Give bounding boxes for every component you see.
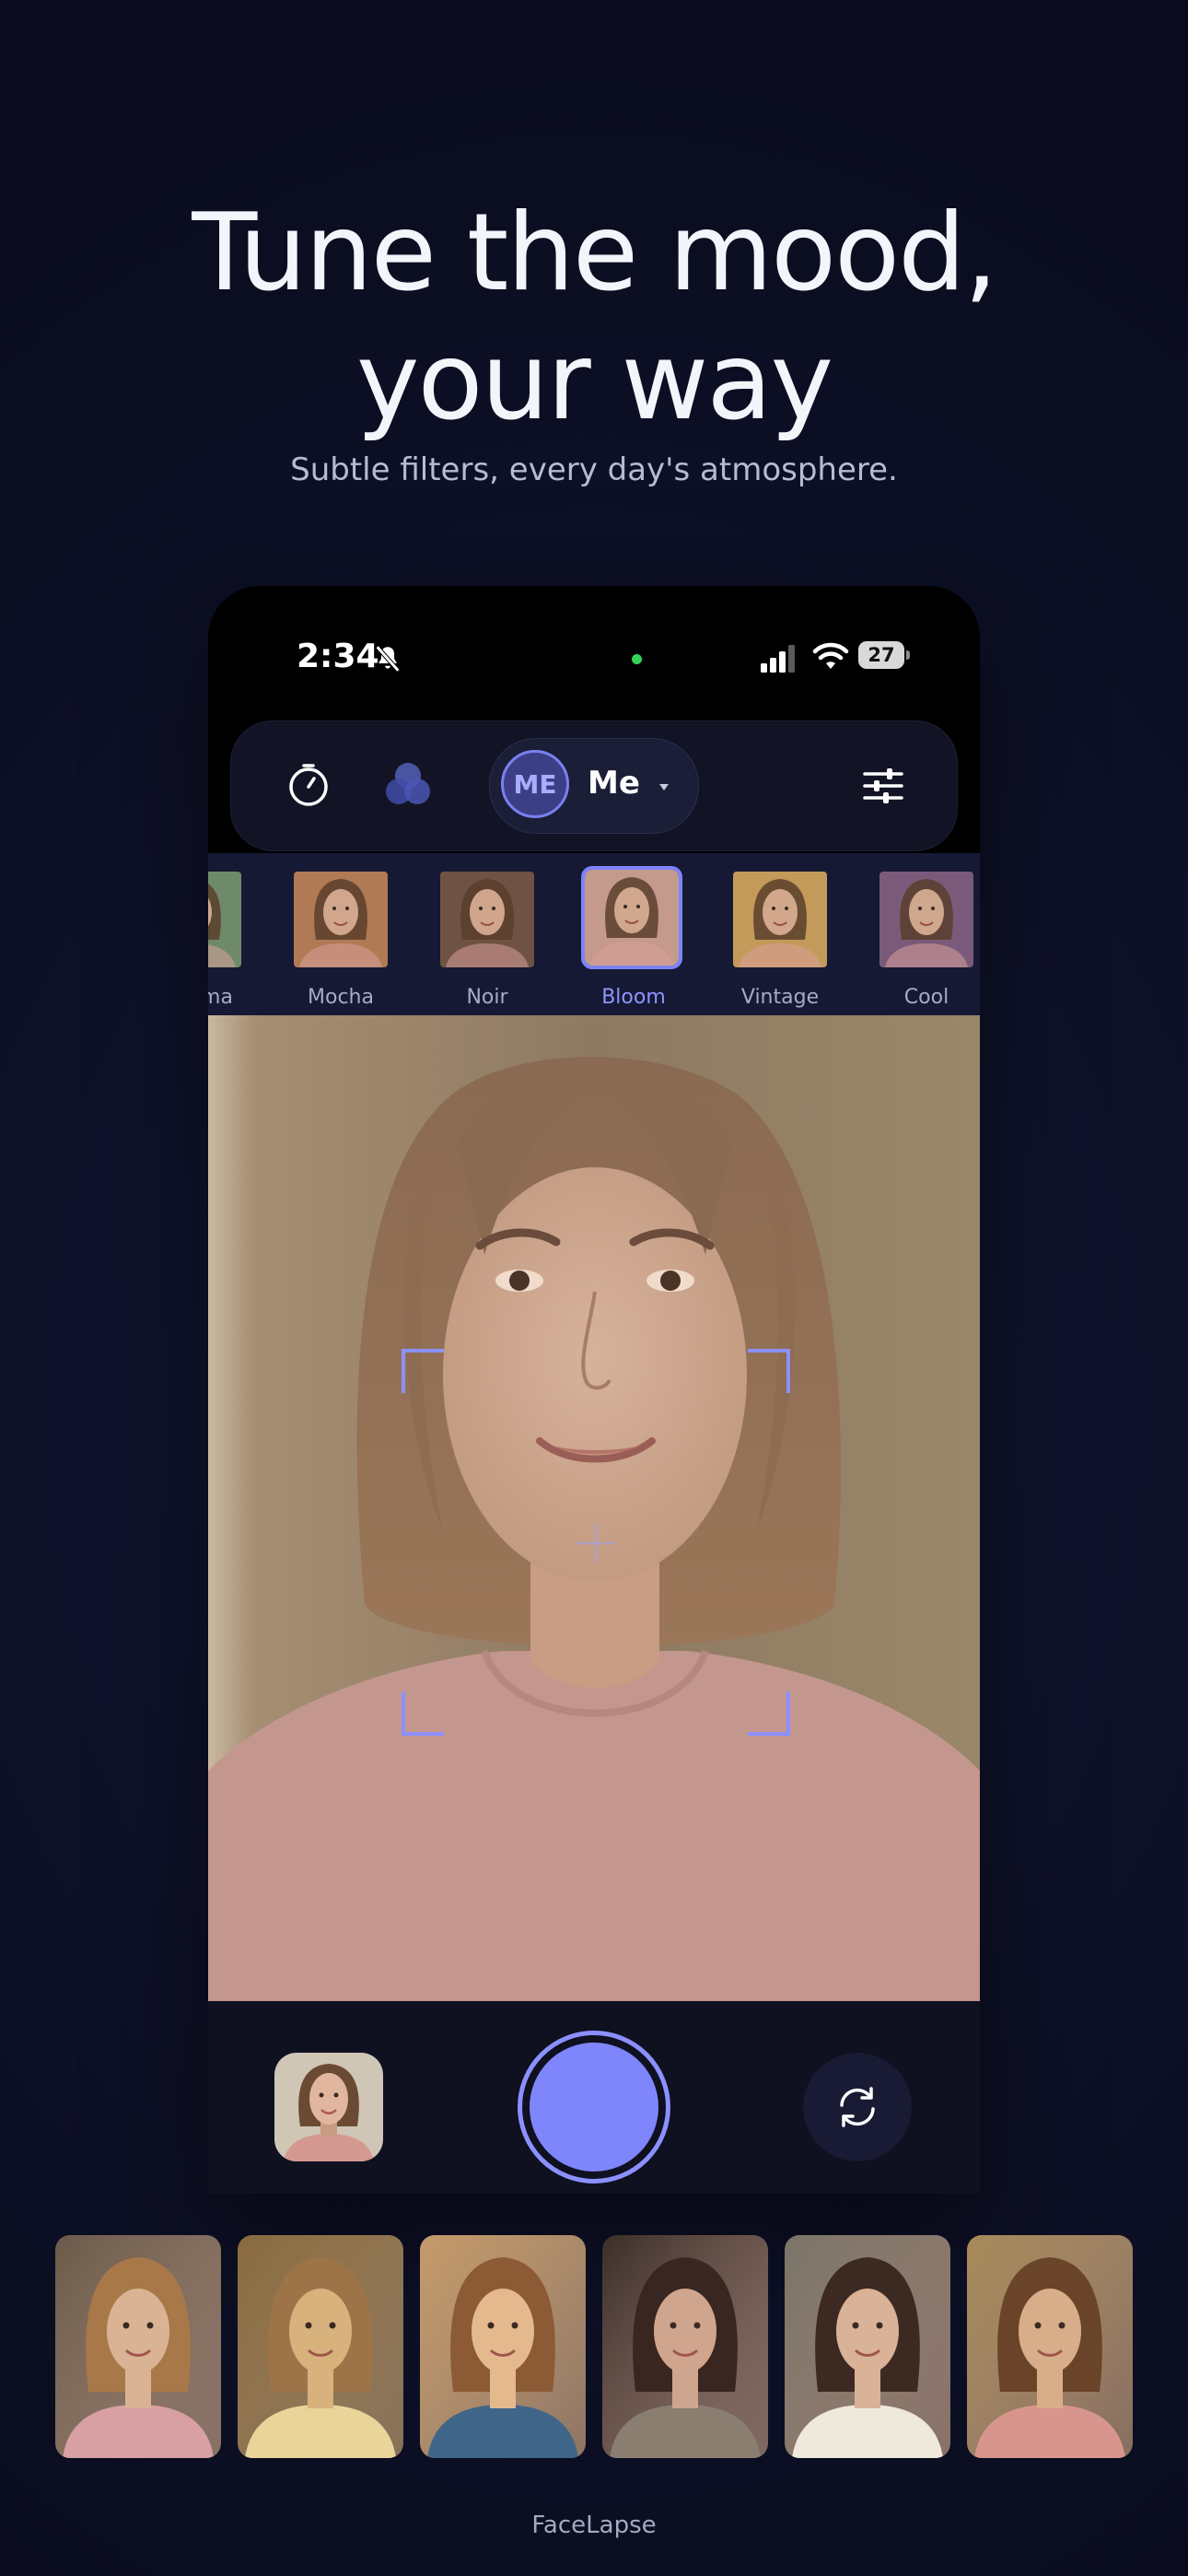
last-shot-thumbnail[interactable]: [274, 2053, 383, 2161]
shutter-button[interactable]: [518, 2031, 670, 2184]
gallery-photo[interactable]: [55, 2235, 221, 2458]
filter-thumbnail: [733, 872, 827, 967]
timer-icon: [289, 764, 328, 806]
last-shot-image: [274, 2053, 383, 2161]
headline-line-1: Tune the mood,: [192, 191, 997, 315]
battery-icon: 27: [858, 641, 910, 669]
phone-frame: 2:34 27 ME Me ma Mocha Noir Bloom Vintag…: [208, 586, 980, 2194]
flip-camera-button[interactable]: [803, 2053, 912, 2161]
filter-item-cinema[interactable]: Cinema: [208, 872, 254, 1010]
gallery-photo[interactable]: [785, 2235, 950, 2458]
chevron-down-icon: [659, 784, 669, 790]
filter-item-mocha[interactable]: Mocha: [281, 872, 401, 1010]
capture-bar: [208, 2001, 980, 2194]
filter-label: Noir: [466, 986, 508, 1009]
status-time: 2:34: [297, 638, 379, 675]
flip-camera-icon: [840, 2087, 875, 2127]
focus-corner-bottom-left: [402, 1692, 444, 1736]
color-filter-icon: [386, 763, 430, 804]
filter-item-bloom[interactable]: Bloom: [574, 866, 693, 1010]
wifi-icon: [812, 642, 849, 669]
focus-frame: [402, 1349, 790, 1736]
avatar: ME: [501, 750, 569, 818]
shutter-icon: [530, 2043, 658, 2172]
filter-item-noir[interactable]: Noir: [427, 872, 547, 1010]
headline-line-2: your way: [355, 320, 833, 444]
filter-thumbnail: [581, 866, 682, 969]
focus-corner-top-left: [402, 1349, 444, 1393]
filter-label: Cool: [903, 986, 949, 1009]
filter-label: Cinema: [208, 986, 233, 1009]
crosshair-icon: [577, 1524, 615, 1563]
gallery-photo[interactable]: [420, 2235, 586, 2458]
gallery-photo[interactable]: [602, 2235, 768, 2458]
timer-button[interactable]: [283, 758, 334, 810]
bell-off-icon: [375, 645, 401, 673]
profile-selector[interactable]: ME Me: [489, 738, 699, 834]
filter-item-cool[interactable]: Cool: [867, 872, 980, 1010]
gallery-photo[interactable]: [238, 2235, 403, 2458]
battery-tip: [906, 650, 910, 660]
battery-level: 27: [858, 641, 904, 669]
profile-name: Me: [588, 765, 640, 802]
subheadline: Subtle filters, every day's atmosphere.: [290, 451, 898, 488]
camera-toolbar: ME Me: [230, 720, 958, 851]
filter-label: Bloom: [601, 986, 666, 1009]
headline: Tune the mood, your way: [0, 189, 1188, 447]
filter-thumbnail: [879, 872, 973, 967]
footer-brand: FaceLapse: [531, 2512, 657, 2539]
filter-thumbnail: [440, 872, 534, 967]
gallery-photo[interactable]: [967, 2235, 1133, 2458]
filter-label: Mocha: [308, 986, 374, 1009]
status-bar: 2:34 27: [208, 626, 980, 691]
filter-item-vintage[interactable]: Vintage: [720, 872, 840, 1010]
filter-thumbnail: [208, 872, 241, 967]
sliders-icon[interactable]: [859, 762, 907, 810]
sample-gallery: [55, 2235, 1133, 2458]
camera-preview[interactable]: [208, 1015, 980, 2001]
focus-corner-top-right: [748, 1349, 790, 1393]
filter-thumbnail: [294, 872, 388, 967]
color-filter-button[interactable]: [379, 758, 437, 810]
filter-label: Vintage: [740, 986, 820, 1009]
filter-strip: Cinema Mocha Noir Bloom Vintage Cool: [208, 853, 980, 1015]
focus-corner-bottom-right: [748, 1692, 790, 1736]
camera-indicator: [632, 654, 642, 664]
signal-icon: [761, 645, 795, 673]
phone-header: 2:34 27 ME Me: [208, 586, 980, 853]
